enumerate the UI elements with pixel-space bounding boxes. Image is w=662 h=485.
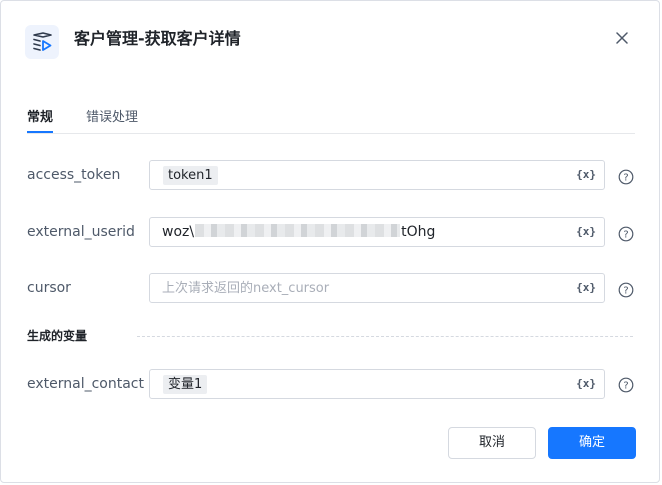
tab-general[interactable]: 常规 xyxy=(27,109,54,133)
external-userid-value-suffix: tOhg xyxy=(401,224,436,240)
help-icon-glyph: ? xyxy=(623,230,628,241)
variable-icon[interactable]: {x} xyxy=(576,225,596,239)
dialog-title: 客户管理-获取客户详情 xyxy=(74,29,241,48)
access-token-variable-chip[interactable]: token1 xyxy=(163,166,218,185)
cursor-input[interactable]: 上次请求返回的next_cursor {x} xyxy=(149,273,605,303)
tab-error-handling[interactable]: 错误处理 xyxy=(86,109,138,127)
external-contact-label: external_contact xyxy=(27,376,144,392)
generated-variables-title: 生成的变量 xyxy=(27,329,88,343)
confirm-button[interactable]: 确定 xyxy=(548,427,636,459)
help-icon[interactable]: ? xyxy=(618,169,634,185)
redacted-region xyxy=(195,224,401,237)
variable-icon[interactable]: {x} xyxy=(576,377,596,391)
app-logo-icon xyxy=(25,25,59,59)
variable-icon[interactable]: {x} xyxy=(576,281,596,295)
help-icon[interactable]: ? xyxy=(618,226,634,242)
external-userid-input[interactable]: woz\ tOhg {x} xyxy=(149,217,605,247)
access-token-label: access_token xyxy=(27,167,121,183)
help-icon-glyph: ? xyxy=(623,173,628,184)
cursor-placeholder: 上次请求返回的next_cursor xyxy=(162,281,330,296)
close-icon xyxy=(616,32,628,44)
section-divider xyxy=(137,336,633,337)
help-icon-glyph: ? xyxy=(623,286,628,297)
help-icon-glyph: ? xyxy=(623,381,628,392)
cancel-button[interactable]: 取消 xyxy=(448,427,536,459)
external-contact-input[interactable]: 变量1 {x} xyxy=(149,369,605,399)
external-userid-value-prefix: woz\ xyxy=(162,224,195,240)
access-token-input[interactable]: token1 {x} xyxy=(149,160,605,190)
close-button[interactable] xyxy=(613,29,631,47)
cursor-label: cursor xyxy=(27,280,71,296)
dialog: 客户管理-获取客户详情 常规 错误处理 access_token token1 … xyxy=(0,0,660,483)
tab-bar: 常规 错误处理 xyxy=(27,105,635,134)
external-userid-value: woz\ tOhg xyxy=(162,224,435,241)
external-userid-label: external_userid xyxy=(27,224,135,240)
help-icon[interactable]: ? xyxy=(618,377,634,393)
help-icon[interactable]: ? xyxy=(618,282,634,298)
external-contact-variable-chip[interactable]: 变量1 xyxy=(163,375,208,394)
variable-icon[interactable]: {x} xyxy=(576,168,596,182)
